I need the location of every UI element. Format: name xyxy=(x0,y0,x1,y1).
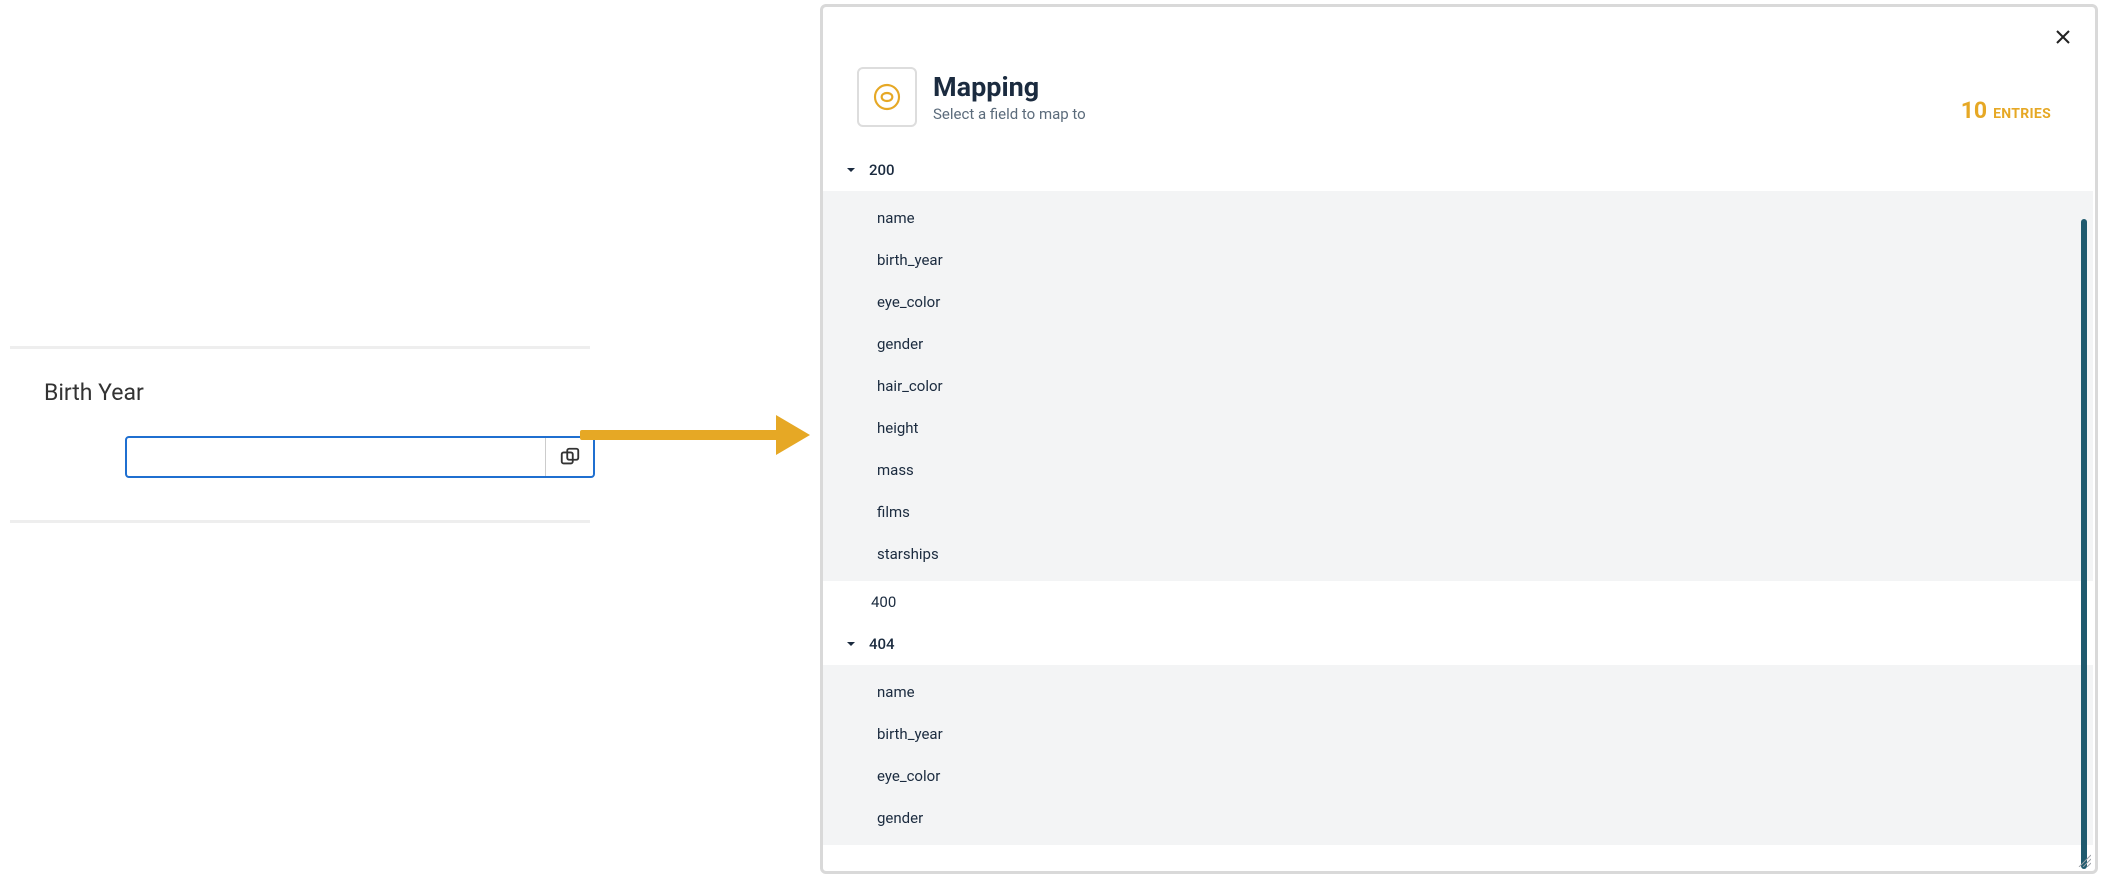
resize-handle[interactable] xyxy=(2075,851,2091,867)
group-header-200[interactable]: 200 xyxy=(823,149,2093,191)
field-item[interactable]: name xyxy=(823,671,2093,713)
field-item[interactable]: gender xyxy=(823,797,2093,839)
panel-subtitle: Select a field to map to xyxy=(933,105,1086,123)
field-item[interactable]: birth_year xyxy=(823,713,2093,755)
arrow-indicator xyxy=(580,419,810,451)
group-label: 404 xyxy=(869,635,895,653)
mapping-panel-icon xyxy=(871,81,903,113)
field-item[interactable]: gender xyxy=(823,323,2093,365)
entries-count-block: 10 ENTRIES xyxy=(1961,97,2051,124)
field-item[interactable]: eye_color xyxy=(823,755,2093,797)
field-tree: 200 name birth_year eye_color gender hai… xyxy=(823,149,2093,871)
panel-title: Mapping xyxy=(933,71,1086,103)
group-label: 400 xyxy=(871,593,896,611)
resize-icon xyxy=(2075,851,2091,867)
field-item[interactable]: starships xyxy=(823,533,2093,575)
arrow-head-icon xyxy=(776,415,810,455)
entries-label: ENTRIES xyxy=(1993,106,2051,122)
panel-title-block: Mapping Select a field to map to xyxy=(933,71,1086,123)
mapping-panel: Mapping Select a field to map to 10 ENTR… xyxy=(820,4,2098,874)
group-label: 200 xyxy=(869,161,895,179)
entries-count: 10 xyxy=(1961,97,1987,124)
field-config-card: Birth Year xyxy=(10,346,590,523)
chevron-down-icon xyxy=(843,638,859,650)
scrollbar[interactable] xyxy=(2081,219,2087,869)
panel-header: Mapping Select a field to map to xyxy=(823,7,2095,149)
mapping-input-row xyxy=(125,436,595,478)
field-item[interactable]: eye_color xyxy=(823,281,2093,323)
group-header-404[interactable]: 404 xyxy=(823,623,2093,665)
arrow-line xyxy=(580,430,776,440)
field-item[interactable]: mass xyxy=(823,449,2093,491)
close-icon xyxy=(2055,29,2071,45)
field-item[interactable]: films xyxy=(823,491,2093,533)
close-button[interactable] xyxy=(2051,25,2075,49)
mapping-input[interactable] xyxy=(127,438,545,476)
chevron-down-icon xyxy=(843,164,859,176)
field-list-200: name birth_year eye_color gender hair_co… xyxy=(823,191,2093,581)
field-item[interactable]: hair_color xyxy=(823,365,2093,407)
field-item[interactable]: birth_year xyxy=(823,239,2093,281)
field-label: Birth Year xyxy=(30,379,570,406)
mapping-icon xyxy=(559,446,581,468)
field-list-404: name birth_year eye_color gender xyxy=(823,665,2093,845)
field-item[interactable]: height xyxy=(823,407,2093,449)
field-item[interactable]: name xyxy=(823,197,2093,239)
panel-icon-box xyxy=(857,67,917,127)
group-header-400[interactable]: 400 xyxy=(823,581,2093,623)
